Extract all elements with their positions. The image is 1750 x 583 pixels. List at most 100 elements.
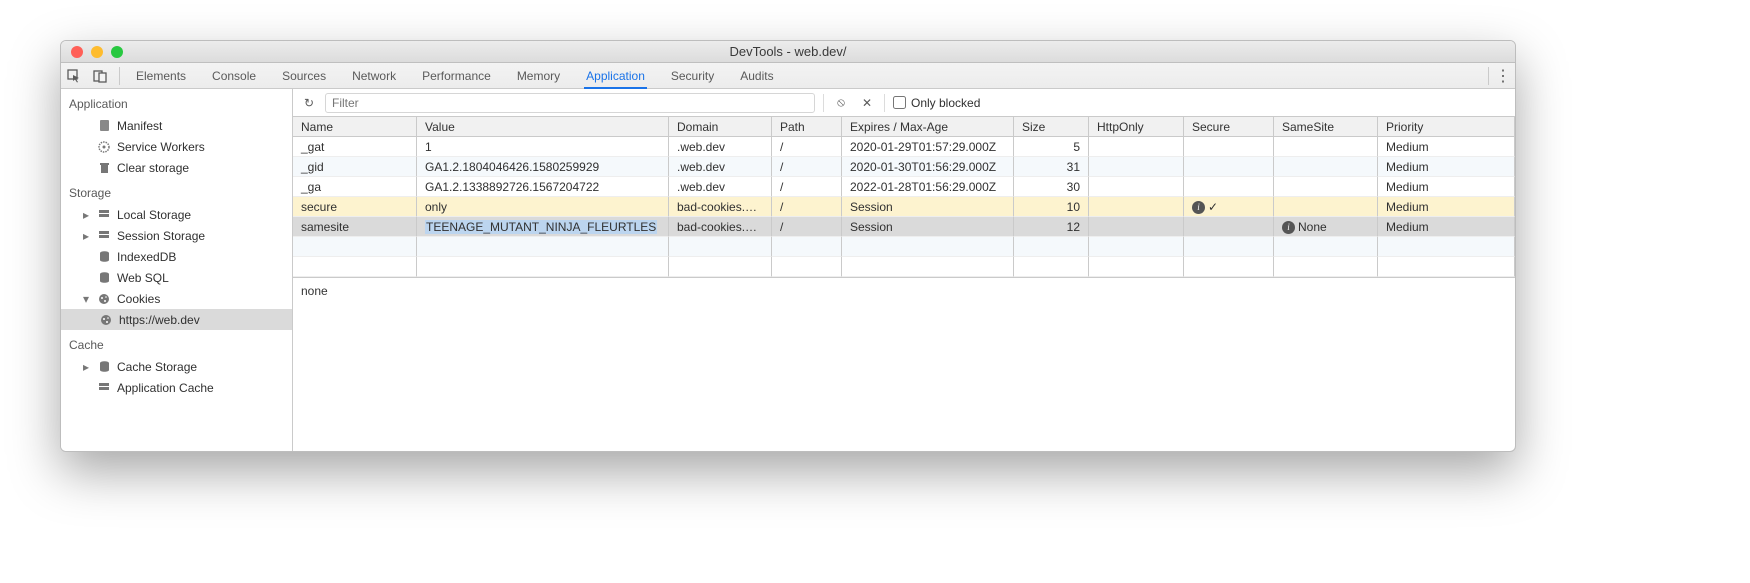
sidebar-item-application-cache[interactable]: Application Cache [61,377,292,398]
table-row[interactable]: _gat1.web.dev/2020-01-29T01:57:29.000Z5M… [293,137,1515,157]
col-samesite[interactable]: SameSite [1274,117,1378,136]
cell: bad-cookies.g… [669,217,772,237]
cookies-panel: ↻ ⦸ ✕ Only blocked Name Value Domain Pat… [293,89,1515,451]
gear-icon [97,141,111,153]
tab-audits[interactable]: Audits [738,63,775,89]
col-httponly[interactable]: HttpOnly [1089,117,1184,136]
table-row[interactable]: _gaGA1.2.1338892726.1567204722.web.dev/2… [293,177,1515,197]
refresh-icon[interactable]: ↻ [301,96,317,110]
sidebar-item-cookies[interactable]: ▾ Cookies [61,288,292,309]
tab-sources[interactable]: Sources [280,63,328,89]
cell: / [772,217,842,237]
cell: GA1.2.1804046426.1580259929 [417,157,669,177]
only-blocked-checkbox[interactable]: Only blocked [893,96,980,110]
tab-elements[interactable]: Elements [134,63,188,89]
col-size[interactable]: Size [1014,117,1089,136]
cookies-toolbar: ↻ ⦸ ✕ Only blocked [293,89,1515,117]
inspect-element-icon[interactable] [61,69,87,83]
cell: / [772,177,842,197]
sidebar-label: https://web.dev [119,313,200,327]
sidebar-item-websql[interactable]: Web SQL [61,267,292,288]
sidebar-heading-application: Application [61,89,292,115]
sidebar-label: Web SQL [117,271,169,285]
cell: 10 [1014,197,1089,217]
filter-input[interactable] [325,93,815,113]
sidebar-item-service-workers[interactable]: Service Workers [61,136,292,157]
database-icon [97,361,111,373]
sidebar-item-session-storage[interactable]: ▸ Session Storage [61,225,292,246]
application-sidebar: Application Manifest Service Workers Cle… [61,89,293,451]
tab-application[interactable]: Application [584,63,647,89]
col-name[interactable]: Name [293,117,417,136]
sidebar-item-cache-storage[interactable]: ▸ Cache Storage [61,356,292,377]
col-priority[interactable]: Priority [1378,117,1515,136]
cell [1184,217,1274,237]
tab-console[interactable]: Console [210,63,258,89]
col-domain[interactable]: Domain [669,117,772,136]
table-row[interactable]: samesiteTEENAGE_MUTANT_NINJA_FLEURTLESba… [293,217,1515,237]
sidebar-label: Service Workers [117,140,205,154]
cell: _ga [293,177,417,197]
cell: _gid [293,157,417,177]
only-blocked-input[interactable] [893,96,906,109]
info-icon: i [1282,221,1295,234]
cell: / [772,157,842,177]
table-row[interactable]: secureonlybad-cookies.g…/Session10i✓Medi… [293,197,1515,217]
cookie-icon [99,314,113,326]
sidebar-item-cookie-origin[interactable]: https://web.dev [61,309,292,330]
sidebar-item-manifest[interactable]: Manifest [61,115,292,136]
database-icon [97,272,111,284]
cell: i✓ [1184,197,1274,217]
table-row-empty[interactable]: . [293,257,1515,277]
divider [884,94,885,112]
cell: Medium [1378,157,1515,177]
table-header: Name Value Domain Path Expires / Max-Age… [293,117,1515,137]
database-icon [97,251,111,263]
cell: Medium [1378,137,1515,157]
cell [1089,177,1184,197]
sidebar-label: Manifest [117,119,162,133]
cell [1274,137,1378,157]
sidebar-label: Clear storage [117,161,189,175]
info-icon: i [1192,201,1205,214]
cell: 2020-01-29T01:57:29.000Z [842,137,1014,157]
cell [1089,197,1184,217]
sidebar-item-clear-storage[interactable]: Clear storage [61,157,292,178]
block-icon[interactable]: ⦸ [832,95,850,110]
cookies-table: Name Value Domain Path Expires / Max-Age… [293,117,1515,277]
chevron-right-icon[interactable]: ▸ [81,360,91,374]
cell: .web.dev [669,137,772,157]
table-row-empty[interactable]: . [293,237,1515,257]
clear-icon[interactable]: ✕ [858,96,876,110]
col-value[interactable]: Value [417,117,669,136]
table-row[interactable]: _gidGA1.2.1804046426.1580259929.web.dev/… [293,157,1515,177]
more-options-icon[interactable]: ⋮ [1491,66,1515,86]
cell: Session [842,197,1014,217]
col-expires[interactable]: Expires / Max-Age [842,117,1014,136]
cookie-icon [97,293,111,305]
tab-performance[interactable]: Performance [420,63,493,89]
device-toolbar-icon[interactable] [87,69,113,83]
cell [1274,177,1378,197]
tab-network[interactable]: Network [350,63,398,89]
tabs: Elements Console Sources Network Perform… [126,63,776,89]
chevron-right-icon[interactable]: ▸ [81,208,91,222]
chevron-down-icon[interactable]: ▾ [81,292,91,306]
sidebar-label: Session Storage [117,229,205,243]
sidebar-item-local-storage[interactable]: ▸ Local Storage [61,204,292,225]
cell: 30 [1014,177,1089,197]
col-path[interactable]: Path [772,117,842,136]
cell [1274,157,1378,177]
cell: secure [293,197,417,217]
chevron-right-icon[interactable]: ▸ [81,229,91,243]
tab-security[interactable]: Security [669,63,716,89]
col-secure[interactable]: Secure [1184,117,1274,136]
storage-icon [97,230,111,241]
sidebar-item-indexeddb[interactable]: IndexedDB [61,246,292,267]
divider [1488,67,1489,85]
tab-memory[interactable]: Memory [515,63,562,89]
window-title: DevTools - web.dev/ [61,44,1515,59]
cell: bad-cookies.g… [669,197,772,217]
sidebar-label: Application Cache [117,381,214,395]
cookie-detail-value: none [293,277,1515,451]
